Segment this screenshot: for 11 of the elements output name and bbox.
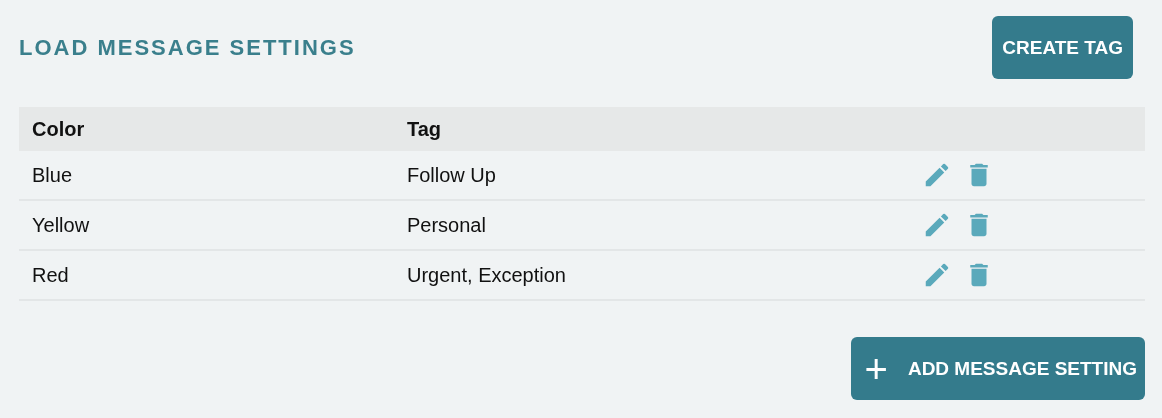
column-header: Tag [407, 117, 443, 141]
table-cell-text: Urgent, Exception [407, 263, 567, 287]
add-message-setting-button[interactable]: + ADD MESSAGE SETTING [850, 337, 1145, 400]
table-cell-text: Yellow [31, 213, 91, 237]
page-title: LOAD MESSAGE SETTINGS [19, 34, 356, 61]
table-cell-text: Red [31, 263, 70, 287]
table-cell-text: Personal [407, 213, 487, 237]
create-tag-button[interactable]: CREATE TAG [992, 16, 1133, 79]
column-header: Color [31, 117, 86, 141]
table-cell-text: Follow Up [407, 163, 497, 187]
table-cell-text: Blue [31, 163, 74, 187]
